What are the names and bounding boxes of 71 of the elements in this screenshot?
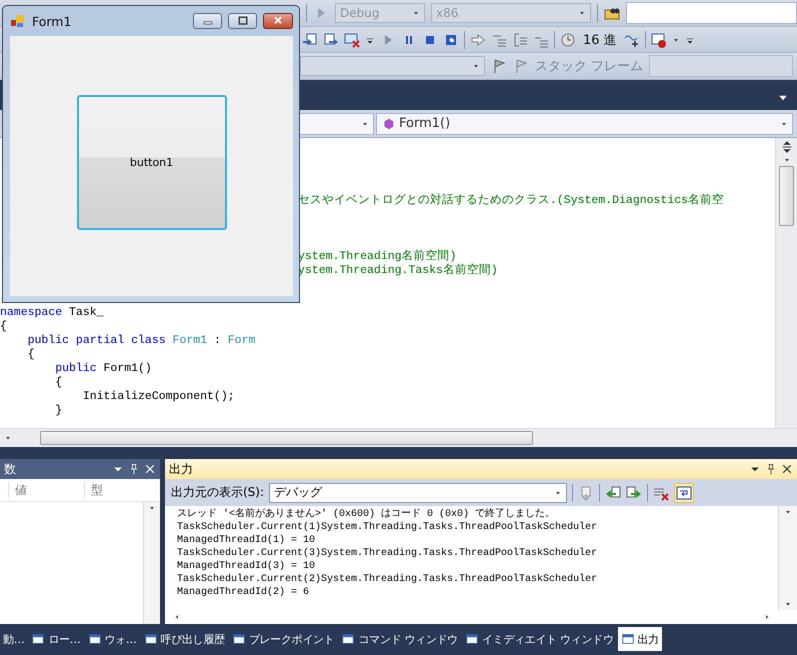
member-dropdown[interactable]: Form1() [376,112,793,134]
clock-icon[interactable] [560,32,576,48]
output-line: TaskScheduler.Current(3)System.Threading.Tasks.ThreadPoolTaskScheduler [177,547,598,560]
window-arrow-icon[interactable] [302,32,318,48]
stack-frame-field[interactable] [649,55,793,78]
up-arrow-icon [148,504,156,512]
output-line: ManagedThreadId(1) = 10 [177,534,316,547]
window-icon [341,632,356,646]
panel-title: 出力 [169,460,194,478]
pin-icon[interactable] [128,463,140,475]
close-icon[interactable] [781,463,793,475]
horizontal-scrollbar[interactable] [0,428,797,447]
panel-tab[interactable]: ロー… [28,627,84,651]
vertical-scrollbar[interactable] [143,502,160,624]
code-line: ystem.Threading.Tasks名前空間) [297,264,499,278]
panel-tab[interactable]: イミディエイト ウィンドウ [462,627,617,651]
arrow-icon[interactable] [470,32,486,48]
window-icon [31,632,46,646]
panel-tab[interactable]: コマンド ウィンドウ [338,627,461,651]
word-wrap-toggle[interactable] [674,482,694,502]
window-icon [232,632,246,646]
output-line: ManagedThreadId(2) = 6 [177,586,310,599]
arrow-right-icon[interactable] [626,484,642,500]
panel-tab[interactable]: 出力 [618,627,662,651]
code-line: ystem.Threading名前空間) [297,250,458,264]
panel-title: 数 [4,460,17,478]
output-line: TaskScheduler.Current(2)System.Threading.Tasks.ThreadPoolTaskScheduler [177,573,598,586]
vertical-scrollbar[interactable] [775,138,797,428]
output-line: TaskScheduler.Current(1)System.Threading.Tasks.ThreadPoolTaskScheduler [177,521,598,534]
pin-icon[interactable] [765,463,777,475]
window-delete-icon[interactable] [344,32,360,48]
maximize-icon [236,15,250,27]
panel-tab[interactable]: 動… [0,627,28,651]
right-arrow-icon [763,613,771,621]
maximize-button[interactable] [228,13,257,29]
minimize-button[interactable] [193,13,222,29]
panel-tab[interactable]: ブレークポイント [228,627,338,651]
hex-button[interactable]: 16 進 [581,30,619,48]
search-field[interactable] [626,2,797,24]
form-button[interactable]: button1 [76,94,226,230]
output-line: スレッド '<名前がありません>' (0x600) はコード 0 (0x0) で終了しました。 [177,508,556,521]
window-arrow-icon[interactable] [323,32,339,48]
source-dropdown[interactable]: デバッグ [269,482,568,502]
down-arrow-icon [784,600,792,608]
dropdown-caret-icon [4,434,12,442]
window-icon [144,632,158,646]
panel-tab[interactable]: 呼び出し履歴 [140,627,228,651]
scrollbar-thumb[interactable] [779,166,794,226]
window-icon [464,632,479,646]
window-title: Form1 [32,14,72,28]
left-arrow-icon [173,613,181,621]
column-header[interactable]: 値 [8,482,84,498]
app-icon [10,13,26,29]
window-icon [620,632,635,646]
up-arrow-icon [784,508,792,516]
up-arrow-icon [782,156,790,164]
output-line: ManagedThreadId(3) = 10 [177,560,316,573]
code-line: セスやイベントログとの対話するためのクラス.(System.Diagnostics名前空 [297,194,726,208]
window-icon [88,632,102,646]
vertical-scrollbar[interactable] [778,506,797,610]
split-icon [780,140,794,154]
stack-frame-label: スタック フレーム [535,58,644,76]
column-header[interactable]: 型 [84,482,160,498]
window-dot-icon[interactable] [650,32,667,48]
wrap-icon [676,484,692,500]
close-button[interactable] [263,13,293,29]
scrollbar-thumb[interactable] [40,431,533,445]
panel-tab[interactable]: ウォ… [84,627,140,651]
arrow-left-icon[interactable] [605,484,622,500]
step-over-icon[interactable] [512,32,528,48]
source-label: 出力元の表示(S): [171,484,264,501]
